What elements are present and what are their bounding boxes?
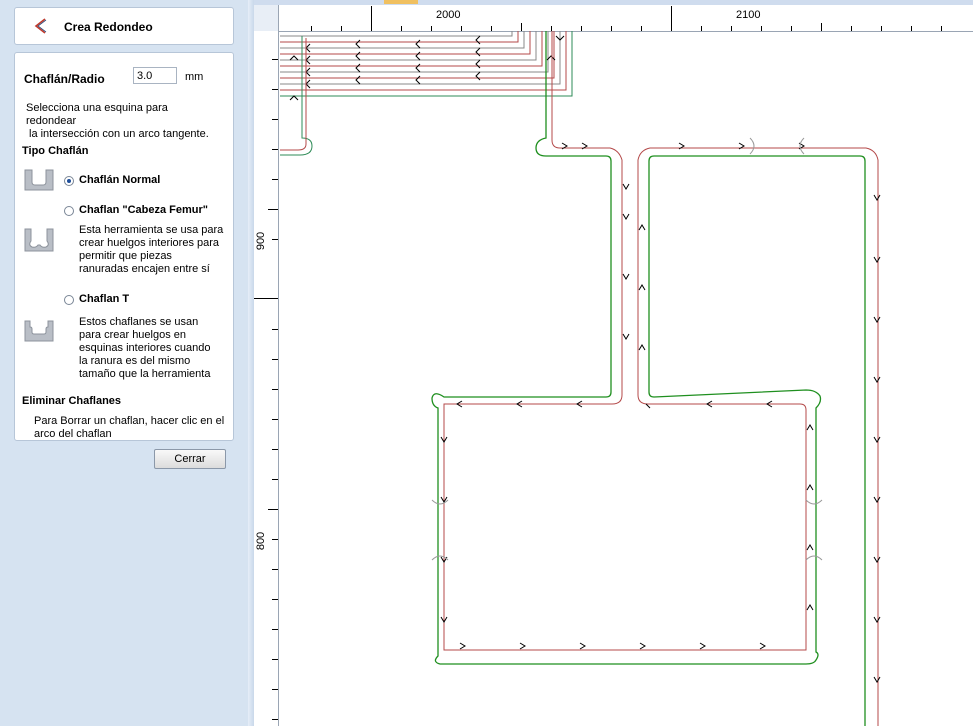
remove-fillets-text-2: arco del chaflan bbox=[34, 428, 112, 440]
normal-fillet-radio[interactable] bbox=[64, 176, 74, 186]
dogbone-fillet-label[interactable]: Chaflan "Cabeza Femur" bbox=[79, 204, 208, 216]
instruction-line-2: redondear bbox=[26, 115, 77, 127]
drawing-canvas[interactable]: 2000 2100 900 800 bbox=[254, 0, 973, 726]
fillet-tool-panel: Crea Redondeo Chaflán/Radio mm Seleccion… bbox=[0, 0, 248, 726]
geometry-outline bbox=[431, 31, 866, 726]
dogbone-fillet-icon bbox=[24, 228, 54, 252]
t-fillet-icon bbox=[24, 320, 54, 342]
radius-unit: mm bbox=[185, 71, 204, 83]
normal-fillet-icon bbox=[24, 169, 54, 191]
toolpath-outline bbox=[443, 31, 879, 726]
instruction-line-1: Selecciona una esquina para bbox=[26, 102, 168, 114]
nested-toolpaths bbox=[280, 31, 573, 156]
dogbone-fillet-radio[interactable] bbox=[64, 206, 74, 216]
toolpath-drawing[interactable] bbox=[254, 0, 973, 726]
radius-input[interactable] bbox=[133, 67, 177, 84]
dogbone-description: Esta herramienta se usa para crear huelg… bbox=[79, 224, 224, 275]
radius-label: Chaflán/Radio bbox=[24, 72, 105, 86]
fillet-type-heading: Tipo Chaflán bbox=[22, 145, 89, 157]
t-fillet-radio[interactable] bbox=[64, 295, 74, 305]
remove-fillets-text-1: Para Borrar un chaflan, hacer clic en el bbox=[34, 415, 225, 427]
remove-fillets-heading: Eliminar Chaflanes bbox=[22, 395, 122, 407]
panel-title: Crea Redondeo bbox=[64, 20, 153, 34]
fillet-options-box: Chaflán/Radio mm Selecciona una esquina … bbox=[14, 52, 234, 441]
panel-header: Crea Redondeo bbox=[14, 7, 234, 45]
t-fillet-description: Estos chaflanes se usan para crear huelg… bbox=[79, 316, 211, 380]
instruction-line-3: la intersección con un arco tangente. bbox=[29, 128, 209, 140]
back-arrow-icon[interactable] bbox=[33, 17, 47, 35]
normal-fillet-label[interactable]: Chaflán Normal bbox=[79, 174, 160, 186]
t-fillet-label[interactable]: Chaflan T bbox=[79, 293, 129, 305]
close-button[interactable]: Cerrar bbox=[154, 449, 226, 469]
